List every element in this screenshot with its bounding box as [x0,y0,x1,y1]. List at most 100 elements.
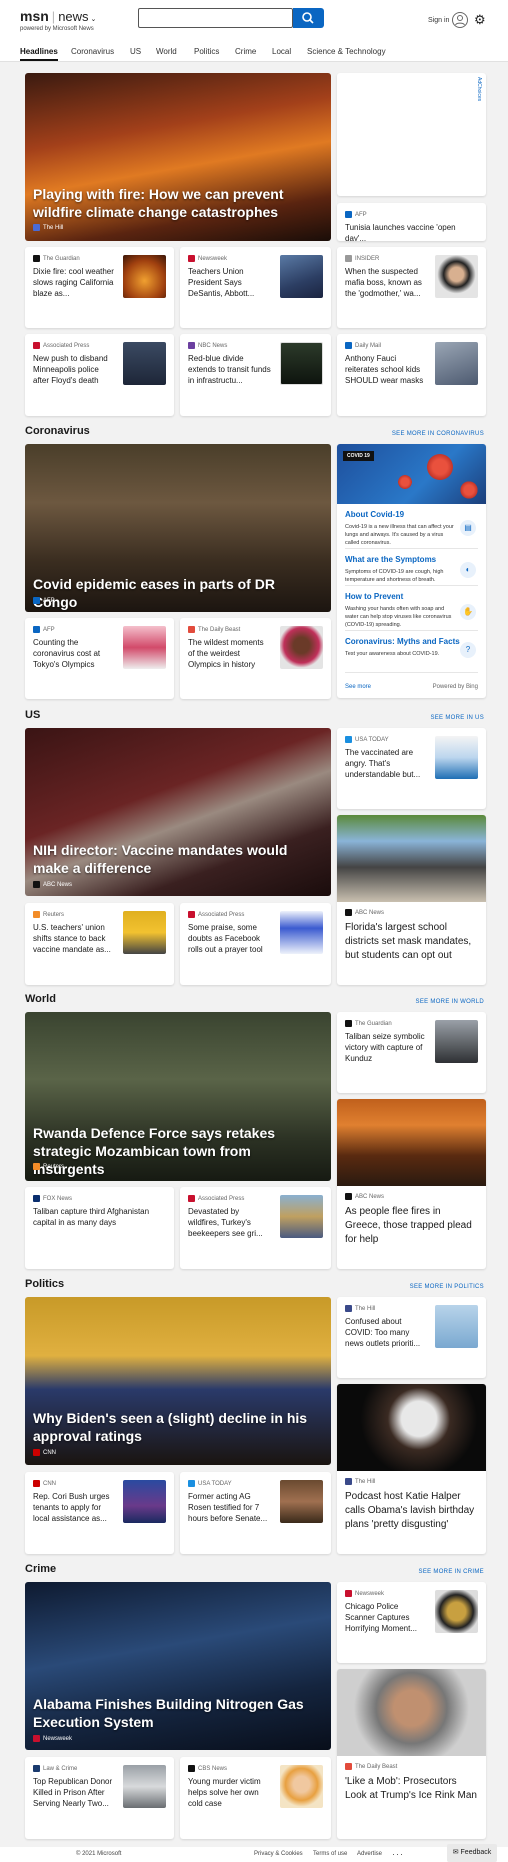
news-card[interactable]: AFP Counting the coronavirus cost at Tok… [25,618,174,699]
news-card[interactable]: Daily Mail Anthony Fauci reiterates scho… [337,334,486,416]
news-card[interactable]: NBC News Red-blue divide extends to tran… [180,334,331,416]
tab-local[interactable]: Local [272,47,291,56]
source-logo-icon [345,1478,352,1485]
tab-headlines[interactable]: Headlines [20,47,58,61]
card-thumbnail [280,1195,323,1238]
thermometer-icon: ◐ [460,562,476,578]
us-hero[interactable]: NIH director: Vaccine mandates would mak… [25,728,331,896]
card-title: Chicago Police Scanner Captures Horrifyi… [345,1602,418,1633]
news-card[interactable]: Newsweek Chicago Police Scanner Captures… [337,1582,486,1663]
header: msn | news ⌄ powered by Microsoft News Sig… [0,0,508,62]
card-image [337,815,486,902]
news-card[interactable]: The Daily Beast The wildest moments of t… [180,618,331,699]
news-card[interactable]: INSIDER When the suspected mafia boss, k… [337,247,486,328]
world-hero[interactable]: Rwanda Defence Force says retakes strate… [25,1012,331,1181]
user-icon [455,15,465,26]
news-card[interactable]: Associated Press Some praise, some doubt… [180,903,331,985]
card-title: Podcast host Katie Halper calls Obama's … [345,1491,475,1530]
source-logo-icon [345,1305,352,1312]
news-card[interactable]: Associated Press Devastated by wildfires… [180,1187,331,1269]
card-thumbnail [280,342,323,385]
news-card[interactable]: Associated Press New push to disband Min… [25,334,174,416]
tab-coronavirus[interactable]: Coronavirus [71,47,114,56]
source-logo-icon [33,597,40,604]
news-card-tall[interactable]: ABC News Florida's largest school distri… [337,815,486,985]
msn-logo[interactable]: msn | news ⌄ powered by Microsoft News [20,8,97,32]
source-logo-icon [188,342,195,349]
card-title: Some praise, some doubts as Facebook rol… [188,923,263,954]
tab-politics[interactable]: Politics [194,47,219,56]
search-icon [302,12,314,24]
news-card[interactable]: USA TODAY The vaccinated are angry. That… [337,728,486,809]
hero-title: Why Biden's seen a (slight) decline in h… [33,1410,308,1444]
news-card[interactable]: The Hill Confused about COVID: Too many … [337,1297,486,1378]
card-title: Taliban seize symbolic victory with capt… [345,1032,425,1063]
terms-link[interactable]: Terms of use [313,1851,347,1857]
source-logo-icon [33,911,40,918]
covid-see-more-link[interactable]: See more [345,684,371,690]
see-more-crime-link[interactable]: SEE MORE IN CRIME [419,1569,484,1575]
card-thumbnail [123,1765,166,1808]
coronavirus-hero[interactable]: Covid epidemic eases in parts of DR Cong… [25,444,331,612]
news-card[interactable]: AFP Tunisia launches vaccine 'open day'.… [337,203,486,241]
see-more-politics-link[interactable]: SEE MORE IN POLITICS [410,1284,484,1290]
tab-world[interactable]: World [156,47,177,56]
search-button[interactable] [293,8,324,28]
news-card[interactable]: USA TODAY Former acting AG Rosen testifi… [180,1472,331,1554]
headline-hero[interactable]: Playing with fire: How we can prevent wi… [25,73,331,241]
covid-item-title[interactable]: Coronavirus: Myths and Facts [345,637,460,646]
source-logo-icon [345,342,352,349]
card-title: The vaccinated are angry. That's underst… [345,748,421,779]
news-card[interactable]: FOX News Taliban capture third Afghanist… [25,1187,174,1269]
card-title: When the suspected mafia boss, known as … [345,267,422,298]
card-title: As people flee fires in Greece, those tr… [345,1206,472,1245]
crime-hero[interactable]: Alabama Finishes Building Nitrogen Gas E… [25,1582,331,1750]
tab-crime[interactable]: Crime [235,47,256,56]
news-card[interactable]: Newsweek Teachers Union President Says D… [180,247,331,328]
hero-title: Playing with fire: How we can prevent wi… [33,186,284,220]
feedback-button[interactable]: ✉ Feedback [447,1844,497,1862]
sign-in-link[interactable]: Sign in [428,17,449,24]
card-title: U.S. teachers' union shifts stance to ba… [33,923,111,954]
source-logo-icon [345,1763,352,1770]
news-card-tall[interactable]: The Hill Podcast host Katie Halper calls… [337,1384,486,1554]
gear-icon[interactable]: ⚙ [474,13,486,27]
news-card[interactable]: Reuters U.S. teachers' union shifts stan… [25,903,174,985]
tab-science-technology[interactable]: Science & Technology [307,47,386,56]
chevron-down-icon: ⌄ [88,16,97,23]
virus-icon [397,474,413,490]
more-options-icon[interactable]: ··· [392,1849,404,1859]
search-input[interactable] [138,8,293,28]
covid-item-title[interactable]: How to Prevent [345,592,403,601]
card-title: Dixie fire: cool weather slows raging Ca… [33,267,114,298]
see-more-coronavirus-link[interactable]: SEE MORE IN CORONAVIRUS [392,431,484,437]
news-card[interactable]: Law & Crime Top Republican Donor Killed … [25,1757,174,1839]
advertise-link[interactable]: Advertise [357,1851,382,1857]
see-more-us-link[interactable]: SEE MORE IN US [430,715,484,721]
news-card[interactable]: CNN Rep. Cori Bush urges tenants to appl… [25,1472,174,1554]
tab-us[interactable]: US [130,47,141,56]
news-card[interactable]: CBS News Young murder victim helps solve… [180,1757,331,1839]
covid-item-title[interactable]: What are the Symptoms [345,555,436,564]
virus-icon [459,480,479,500]
see-more-world-link[interactable]: SEE MORE IN WORLD [416,999,484,1005]
covid-item-title[interactable]: About Covid-19 [345,510,404,519]
hero-title: Rwanda Defence Force says retakes strate… [33,1125,276,1177]
card-title: Tunisia launches vaccine 'open day'... [345,223,456,241]
news-card-tall[interactable]: The Daily Beast 'Like a Mob': Prosecutor… [337,1669,486,1839]
politics-hero[interactable]: Why Biden's seen a (slight) decline in h… [25,1297,331,1465]
ad-choices-label[interactable]: AdChoices [476,77,482,101]
news-card-tall[interactable]: ABC News As people flee fires in Greece,… [337,1099,486,1269]
copyright: © 2021 Microsoft [76,1851,122,1857]
card-thumbnail [280,911,323,954]
source-logo-icon [33,1480,40,1487]
brand-name: msn [20,8,49,24]
privacy-link[interactable]: Privacy & Cookies [254,1851,303,1857]
source-logo-icon [33,1449,40,1456]
card-title: Taliban capture third Afghanistan capita… [33,1207,150,1227]
ad-slot[interactable]: AdChoices [337,73,486,196]
news-card[interactable]: The Guardian Dixie fire: cool weather sl… [25,247,174,328]
news-card[interactable]: The Guardian Taliban seize symbolic vict… [337,1012,486,1093]
carousel-dots[interactable] [165,234,245,238]
avatar[interactable] [452,12,468,28]
